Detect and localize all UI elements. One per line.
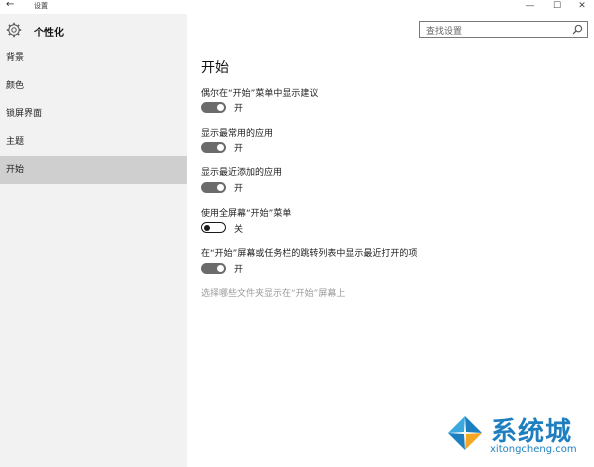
watermark: 系统城 xitongcheng.com <box>440 408 590 464</box>
choose-folders-link[interactable]: 选择哪些文件夹显示在“开始”屏幕上 <box>201 286 345 299</box>
gear-icon <box>6 22 22 38</box>
back-arrow-icon[interactable]: ← <box>6 0 14 10</box>
sidebar-item-lock-screen[interactable]: 锁屏界面 <box>0 100 187 128</box>
toggle-state-label: 开 <box>234 144 244 154</box>
sidebar-item-start[interactable]: 开始 <box>0 156 187 184</box>
window-title: 设置 <box>34 2 48 10</box>
toggle-most-used[interactable] <box>201 142 226 153</box>
setting-label-recent-items: 在“开始”屏幕或任务栏的跳转列表中显示最近打开的项 <box>201 249 418 259</box>
sidebar-item-label: 背景 <box>6 53 25 63</box>
setting-label-most-used: 显示最常用的应用 <box>201 129 274 139</box>
toggle-state-label: 关 <box>234 225 244 235</box>
watermark-url: xitongcheng.com <box>490 444 577 455</box>
sidebar-item-label: 颜色 <box>6 81 25 91</box>
sidebar-item-label: 开始 <box>6 165 25 175</box>
search-icon[interactable] <box>572 24 583 35</box>
toggle-knob <box>217 144 224 151</box>
sidebar-item-background[interactable]: 背景 <box>0 44 187 72</box>
sidebar-item-label: 主题 <box>6 137 25 147</box>
toggle-knob <box>217 104 224 111</box>
toggle-full-screen[interactable] <box>201 222 226 233</box>
search-input[interactable]: 查找设置 <box>419 21 588 38</box>
page-title-personalization: 个性化 <box>34 28 64 39</box>
toggle-recently-added[interactable] <box>201 182 226 193</box>
setting-label-suggestions: 偶尔在“开始”菜单中显示建议 <box>201 89 319 99</box>
toggle-state-label: 开 <box>234 184 244 194</box>
toggle-suggestions[interactable] <box>201 102 226 113</box>
section-title: 开始 <box>201 60 229 76</box>
toggle-knob <box>217 265 224 272</box>
setting-label-recently-added: 显示最近添加的应用 <box>201 168 283 178</box>
watermark-logo-icon <box>445 413 485 453</box>
sidebar-item-themes[interactable]: 主题 <box>0 128 187 156</box>
toggle-state-label: 开 <box>234 104 244 114</box>
watermark-text: 系统城 <box>491 417 573 447</box>
toggle-knob <box>204 224 210 231</box>
toggle-recent-items[interactable] <box>201 263 226 274</box>
toggle-knob <box>217 184 224 191</box>
title-bar: ← 设置 — ☐ ✕ <box>0 0 594 14</box>
close-button[interactable]: ✕ <box>570 0 594 13</box>
maximize-button[interactable]: ☐ <box>545 0 569 13</box>
minimize-button[interactable]: — <box>518 0 542 13</box>
search-placeholder: 查找设置 <box>426 27 463 37</box>
sidebar-item-colors[interactable]: 颜色 <box>0 72 187 100</box>
setting-label-full-screen: 使用全屏幕“开始”菜单 <box>201 209 292 219</box>
sidebar-item-label: 锁屏界面 <box>6 109 43 119</box>
toggle-state-label: 开 <box>234 265 244 275</box>
